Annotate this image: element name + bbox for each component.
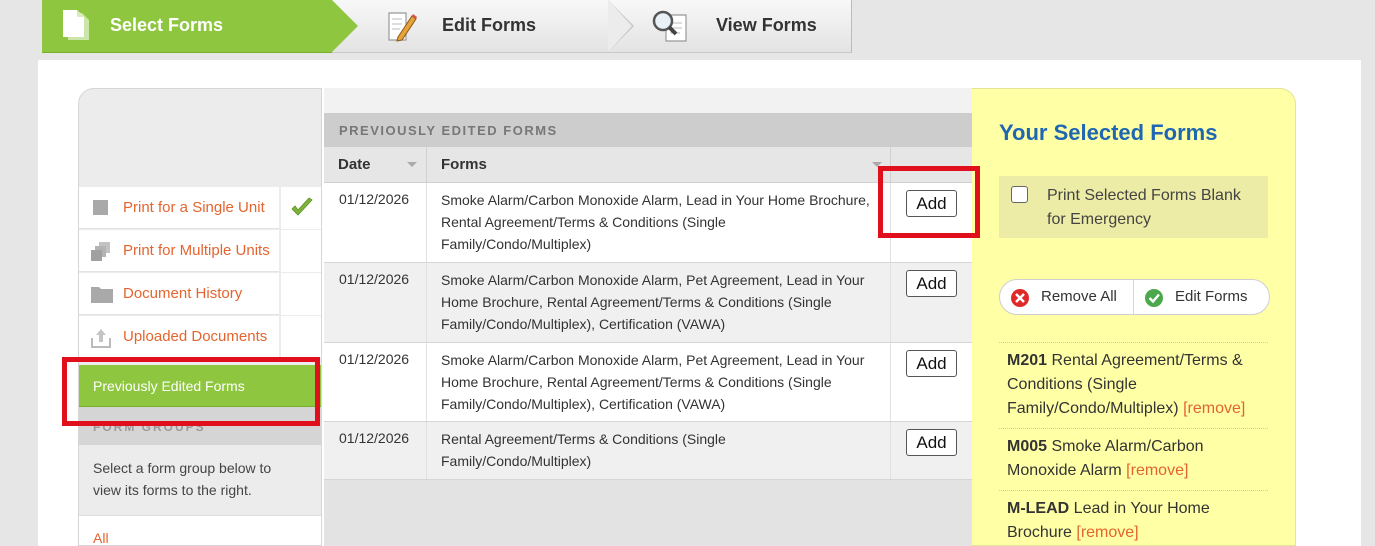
section-title: PREVIOUSLY EDITED FORMS xyxy=(339,123,558,138)
row-forms: Rental Agreement/Terms & Conditions (Sin… xyxy=(441,431,726,469)
document-icon xyxy=(60,9,92,43)
sidebar-item-multiple-units[interactable]: Print for Multiple Units xyxy=(79,230,321,272)
form-code: M201 xyxy=(1007,352,1048,369)
print-blank-checkbox[interactable] xyxy=(1011,186,1028,203)
table-row: 01/12/2026 Smoke Alarm/Carbon Monoxide A… xyxy=(324,343,972,422)
checkmark-icon xyxy=(291,197,313,216)
table-row: 01/12/2026 Rental Agreement/Terms & Cond… xyxy=(324,422,972,480)
step-label: Edit Forms xyxy=(442,15,537,35)
sort-arrow-icon xyxy=(872,162,882,167)
sidebar: Print for a Single Unit Print for Multip… xyxy=(78,88,322,546)
row-forms: Smoke Alarm/Carbon Monoxide Alarm, Pet A… xyxy=(441,272,865,332)
step-arrow xyxy=(332,0,358,52)
edit-forms-button[interactable]: Edit Forms xyxy=(1134,280,1270,314)
step-label: Select Forms xyxy=(110,15,224,35)
folder-icon xyxy=(90,284,113,304)
column-header-date[interactable]: Date xyxy=(324,147,427,183)
add-button[interactable]: Add xyxy=(906,429,957,456)
multiple-units-icon xyxy=(90,241,112,261)
sidebar-item-label: Print for Multiple Units xyxy=(123,242,270,259)
wizard-steps: Select Forms Edit Forms View Forms xyxy=(42,0,852,53)
selected-forms-panel: Your Selected Forms Print Selected Forms… xyxy=(972,88,1296,546)
selected-actions: Remove All Edit Forms xyxy=(999,279,1270,315)
remove-icon xyxy=(1011,289,1029,307)
add-button[interactable]: Add xyxy=(906,350,957,377)
single-unit-icon xyxy=(90,198,112,218)
sidebar-item-label: Previously Edited Forms xyxy=(93,378,245,394)
print-blank-option: Print Selected Forms Blank for Emergency xyxy=(999,176,1268,238)
row-date: 01/12/2026 xyxy=(339,351,410,367)
remove-link[interactable]: [remove] xyxy=(1126,462,1188,479)
previously-edited-forms-panel: PREVIOUSLY EDITED FORMS Date Forms 01/12… xyxy=(324,88,972,546)
selected-forms-title: Your Selected Forms xyxy=(999,120,1218,145)
list-item: M-LEAD Lead in Your Home Brochure [remov… xyxy=(999,490,1268,546)
step-edit-forms[interactable]: Edit Forms xyxy=(332,0,634,53)
table-header: Date Forms xyxy=(324,147,972,183)
form-group-all[interactable]: All xyxy=(79,515,321,546)
check-circle-icon xyxy=(1145,289,1163,307)
section-title-bar: PREVIOUSLY EDITED FORMS xyxy=(324,113,972,147)
row-forms: Smoke Alarm/Carbon Monoxide Alarm, Pet A… xyxy=(441,352,865,412)
list-item: M201 Rental Agreement/Terms & Conditions… xyxy=(999,342,1268,428)
row-date: 01/12/2026 xyxy=(339,430,410,446)
list-item: M005 Smoke Alarm/Carbon Monoxide Alarm [… xyxy=(999,428,1268,490)
magnifier-icon xyxy=(652,9,687,43)
add-button[interactable]: Add xyxy=(906,270,957,297)
table-row: 01/12/2026 Smoke Alarm/Carbon Monoxide A… xyxy=(324,263,972,343)
form-code: M-LEAD xyxy=(1007,500,1070,517)
column-header-forms[interactable]: Forms xyxy=(427,147,891,183)
table-row: 01/12/2026 Smoke Alarm/Carbon Monoxide A… xyxy=(324,183,972,263)
form-group-label: All xyxy=(93,530,109,546)
step-view-forms[interactable]: View Forms xyxy=(608,0,852,53)
sidebar-item-single-unit[interactable]: Print for a Single Unit xyxy=(79,187,321,229)
form-code: M005 xyxy=(1007,438,1048,455)
sidebar-item-document-history[interactable]: Document History xyxy=(79,273,321,315)
row-date: 01/12/2026 xyxy=(339,191,410,207)
form-groups-header: FORM GROUPS xyxy=(79,407,321,445)
step-label: View Forms xyxy=(716,15,817,35)
row-forms: Smoke Alarm/Carbon Monoxide Alarm, Lead … xyxy=(441,192,870,252)
sidebar-item-label: Uploaded Documents xyxy=(123,328,268,345)
sidebar-item-uploaded-documents[interactable]: Uploaded Documents xyxy=(79,316,321,358)
row-date: 01/12/2026 xyxy=(339,271,410,287)
sidebar-item-label: Print for a Single Unit xyxy=(123,199,265,216)
pencil-icon xyxy=(386,9,418,43)
remove-link[interactable]: [remove] xyxy=(1183,400,1245,417)
form-groups-title: FORM GROUPS xyxy=(93,420,206,434)
remove-link[interactable]: [remove] xyxy=(1076,524,1138,541)
print-blank-label: Print Selected Forms Blank for Emergency xyxy=(1047,187,1241,228)
form-groups-description: Select a form group below to view its fo… xyxy=(93,460,272,498)
add-button[interactable]: Add xyxy=(906,190,957,217)
upload-icon xyxy=(90,327,112,348)
selected-forms-list: M201 Rental Agreement/Terms & Conditions… xyxy=(999,342,1268,546)
remove-all-button[interactable]: Remove All xyxy=(1000,280,1134,314)
sidebar-item-previously-edited-forms[interactable]: Previously Edited Forms xyxy=(79,365,321,407)
step-select-forms[interactable]: Select Forms xyxy=(42,0,358,53)
sort-arrow-icon xyxy=(407,162,417,167)
sidebar-item-label: Document History xyxy=(123,285,243,302)
selected-check xyxy=(279,187,321,229)
